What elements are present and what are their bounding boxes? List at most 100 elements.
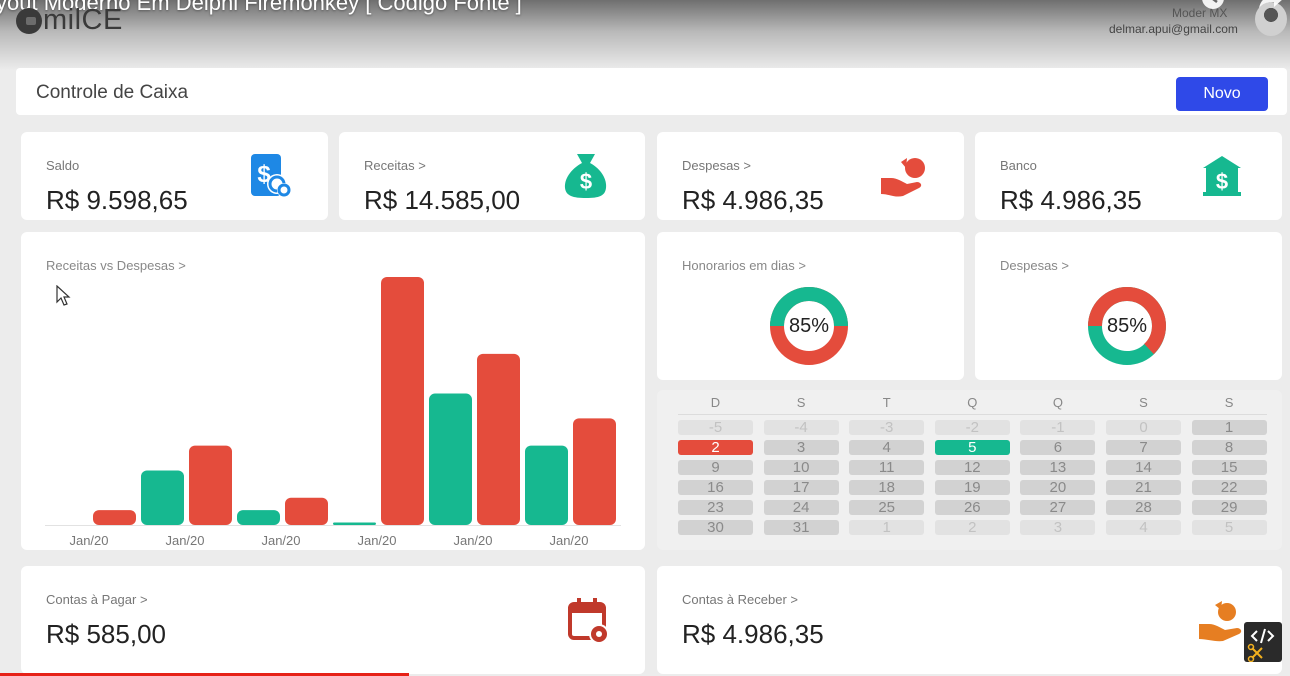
chart-bar-receita[interactable] [141,470,184,525]
watch-later-icon[interactable] [1198,0,1228,12]
calendar-day[interactable]: 8 [1191,440,1267,455]
despesas-card[interactable]: Despesas > R$ 4.986,35 [657,132,964,220]
calendar-day[interactable]: 3 [763,440,839,455]
banco-card[interactable]: Banco R$ 4.986,35 $ [975,132,1282,220]
chart-bar-receita[interactable] [525,445,568,525]
calendar-day[interactable]: 28 [1106,500,1181,515]
chart-bar-despesa[interactable] [573,418,616,525]
user-email: delmar.apui@gmail.com [1109,22,1238,36]
calendar: DSTQQSS -5 -4 -3 -2 -1 0 1 2 3 4 5 6 7 8 9 10 11 12 13 14 15… [657,390,1282,550]
calendar-day[interactable]: -5 [678,420,753,435]
receitas-card[interactable]: Receitas > R$ 14.585,00 $ [339,132,645,220]
calendar-day[interactable]: 2 [934,520,1010,535]
honorarios-label: Honorarios em dias > [682,258,806,273]
saldo-card[interactable]: Saldo R$ 9.598,65 $ [21,132,328,220]
calendar-day[interactable]: 4 [849,440,925,455]
calendar-day[interactable]: 2 [678,440,753,455]
new-button[interactable]: Novo [1176,77,1268,111]
calendar-day[interactable]: -2 [934,420,1010,435]
svg-text:$: $ [580,169,592,194]
saldo-value: R$ 9.598,65 [46,185,188,215]
calendar-day[interactable]: 26 [934,500,1010,515]
calendar-day[interactable]: 14 [1106,460,1181,475]
calendar-day[interactable]: 10 [763,460,839,475]
logo-mark-icon [16,7,42,34]
calendar-weekday: S [796,395,806,410]
despesas-value: R$ 4.986,35 [682,185,824,215]
calendar-day[interactable]: 5 [934,440,1010,455]
contas-receber-card[interactable]: Contas à Receber > R$ 4.986,35 [657,566,1282,674]
honorarios-card[interactable]: Honorarios em dias > 85% [657,232,964,380]
chart-bar-receita[interactable] [333,522,376,525]
calendar-day[interactable]: -4 [763,420,839,435]
x-tick-label: Jan/20 [357,533,396,548]
despesas-donut-label: Despesas > [1000,258,1070,273]
banco-value: R$ 4.986,35 [1000,185,1142,215]
receitas-value: R$ 14.585,00 [364,185,521,215]
saldo-label: Saldo [46,158,80,173]
money-transfer-icon: $ [251,154,291,197]
calendar-day[interactable]: 16 [678,480,753,495]
header-bar: Controle de Caixa Novo [16,68,1287,115]
calendar-weekday: Q [1052,395,1063,410]
x-tick-label: Jan/20 [549,533,588,548]
share-icon[interactable] [1255,0,1285,12]
calendar-weekday: S [1224,395,1234,410]
hand-coin-icon [881,158,925,197]
calendar-day[interactable]: 7 [1106,440,1181,455]
calendar-day[interactable]: 11 [849,460,925,475]
money-bag-icon: $ [564,154,607,198]
calendar-day[interactable]: 3 [1020,520,1096,535]
calendar-weekday: T [882,395,891,410]
calendar-day[interactable]: 5 [1191,520,1267,535]
calendar-day[interactable]: 0 [1106,420,1181,435]
calendar-day[interactable]: 9 [678,460,753,475]
contas-pagar-value: R$ 585,00 [46,619,166,649]
calendar-day[interactable]: 13 [1020,460,1096,475]
calendar-day[interactable]: 30 [678,520,753,535]
calendar-weekday: S [1139,395,1148,410]
calendar-day[interactable]: 31 [763,520,839,535]
chart-bar-despesa[interactable] [285,497,328,525]
calendar-day[interactable]: 29 [1191,500,1267,515]
embed-button[interactable] [1244,622,1282,663]
calendar-day[interactable]: 24 [763,500,839,515]
calendar-day[interactable]: 27 [1020,500,1096,515]
despesas-donut-percent: 85% [1106,315,1148,337]
calendar-day[interactable]: 15 [1191,460,1267,475]
x-tick-label: Jan/20 [69,533,108,548]
calendar-day[interactable]: -1 [1020,420,1096,435]
calendar-day[interactable]: 23 [678,500,753,515]
chart-bar-despesa[interactable] [381,277,424,525]
calendar-day[interactable]: 1 [1191,420,1267,435]
calendar-day[interactable]: 18 [849,480,925,495]
calendar-day[interactable]: 12 [934,460,1010,475]
receitas-label: Receitas > [364,158,426,173]
calendar-day[interactable]: 17 [763,480,839,495]
code-embed-icon [1247,628,1275,663]
calendar-day[interactable]: 21 [1106,480,1181,495]
calendar-day[interactable]: 6 [1020,440,1096,455]
calendar-day[interactable]: 19 [934,480,1010,495]
bank-icon: $ [1203,156,1241,196]
mouse-cursor-icon [56,285,71,306]
calendar-day[interactable]: 1 [849,520,925,535]
x-tick-label: Jan/20 [165,533,204,548]
calendar-day[interactable]: 22 [1191,480,1267,495]
contas-pagar-card[interactable]: Contas à Pagar > R$ 585,00 [21,566,645,674]
despesas-donut-card[interactable]: Despesas > 85% [975,232,1282,380]
banco-label: Banco [1000,158,1037,173]
chart-bar-despesa[interactable] [477,353,520,525]
chart-bar-despesa[interactable] [189,445,232,525]
svg-text:$: $ [1216,169,1228,194]
chart-bar-receita[interactable] [237,510,280,525]
calendar-day[interactable]: -3 [849,420,925,435]
calendar-day[interactable]: 4 [1106,520,1181,535]
calendar-day[interactable]: 25 [849,500,925,515]
contas-pagar-label: Contas à Pagar > [46,592,148,607]
calendar-divider [678,414,1267,415]
chart-bar-despesa[interactable] [93,510,136,525]
calendar-day[interactable]: 20 [1020,480,1096,495]
chart-bar-receita[interactable] [429,393,472,525]
receitas-despesas-chart: Receitas vs Despesas > Jan/20 Jan/20 Jan/2… [21,232,645,550]
